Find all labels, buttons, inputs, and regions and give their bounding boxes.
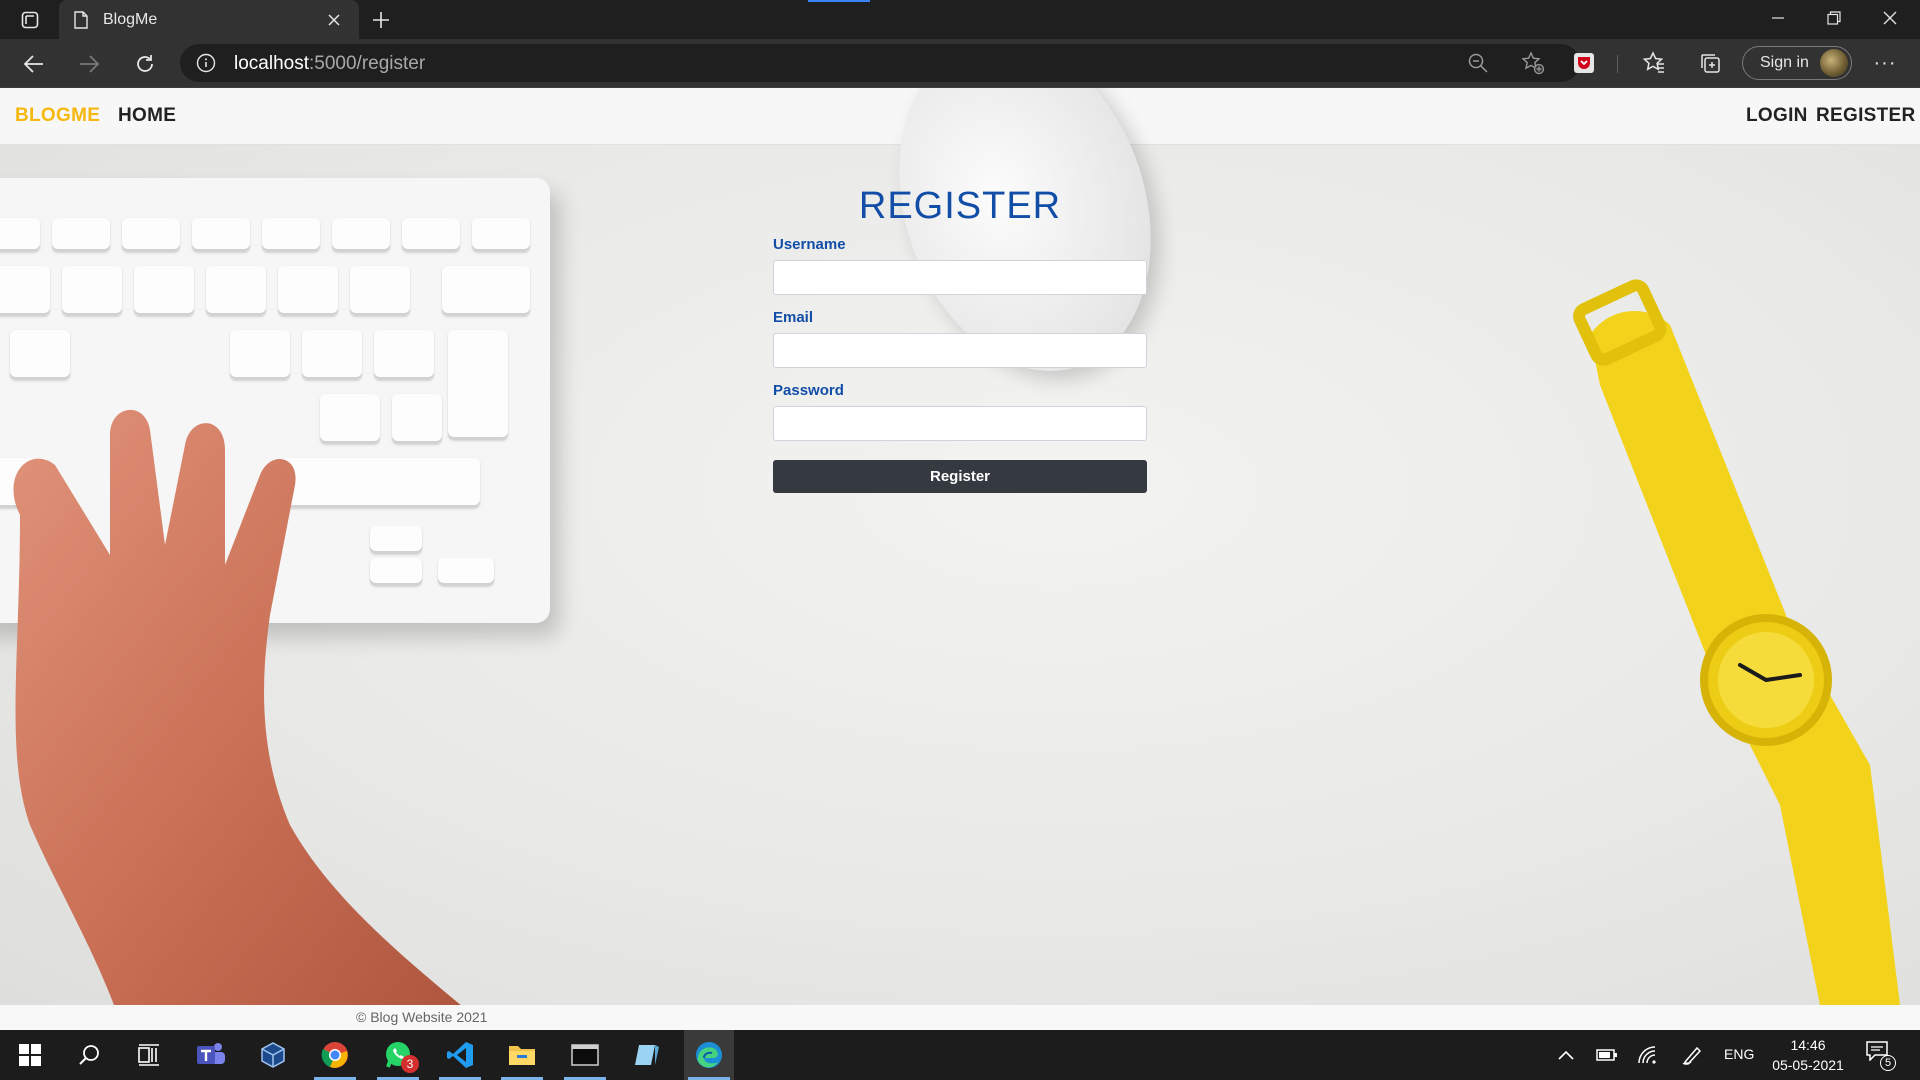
browser-tab-active[interactable]: BlogMe (59, 0, 359, 39)
chevron-up-icon (1558, 1050, 1574, 1060)
battery-status[interactable] (1595, 1043, 1619, 1067)
language-indicator[interactable]: ENG (1724, 1046, 1754, 1062)
info-icon[interactable] (196, 53, 216, 73)
terminal-icon (571, 1044, 599, 1066)
whatsapp-badge: 3 (401, 1055, 419, 1073)
sign-in-label: Sign in (1760, 54, 1809, 71)
teams-icon (197, 1043, 225, 1064)
restore-icon (1827, 11, 1841, 25)
clock-date: 05-05-2021 (1772, 1057, 1844, 1073)
zoom-out-icon[interactable] (1466, 51, 1490, 75)
windows-taskbar: 3 ENG 14:46 05-05-2021 5 (0, 1030, 1920, 1080)
virtualbox-icon (261, 1042, 285, 1068)
nav-login-link[interactable]: LOGIN (1746, 105, 1808, 127)
edge-icon (696, 1042, 722, 1068)
pen-workspace-button[interactable] (1680, 1043, 1704, 1067)
close-icon (1883, 11, 1897, 25)
teams-app[interactable] (186, 1030, 236, 1080)
toolbar-divider (1617, 55, 1618, 73)
nav-register-link[interactable]: REGISTER (1816, 105, 1916, 127)
restore-button[interactable] (1806, 0, 1862, 36)
notepad-app[interactable] (622, 1030, 672, 1080)
system-clock[interactable]: 14:46 05-05-2021 (1763, 1035, 1853, 1075)
collections-icon[interactable] (1696, 49, 1724, 77)
username-label: Username (773, 236, 846, 253)
search-button[interactable] (65, 1030, 115, 1080)
wifi-icon (1638, 1046, 1656, 1064)
site-footer: © Blog Website 2021 (0, 1005, 1920, 1030)
back-button[interactable] (17, 47, 51, 81)
edge-app[interactable] (684, 1030, 734, 1080)
action-center-button[interactable]: 5 (1866, 1041, 1896, 1071)
page-viewport: BLOGME HOME LOGIN REGISTER REGISTER User… (0, 88, 1920, 1030)
hero-background: REGISTER Username Email Password Registe… (0, 88, 1920, 1030)
vscode-app[interactable] (435, 1030, 485, 1080)
plus-icon (373, 12, 389, 28)
page-icon (74, 10, 88, 29)
virtualbox-app[interactable] (248, 1030, 298, 1080)
url-text: localhost:5000/register (234, 53, 425, 75)
whatsapp-app[interactable]: 3 (373, 1030, 423, 1080)
pen-icon (1682, 1046, 1702, 1065)
file-explorer-icon (509, 1046, 535, 1065)
vscode-icon (447, 1042, 473, 1068)
loading-indicator (808, 0, 870, 2)
browser-toolbar: localhost:5000/register Sign in ··· (0, 39, 1920, 88)
hand-image (13, 410, 491, 1030)
file-explorer-app[interactable] (497, 1030, 547, 1080)
task-view-button[interactable] (124, 1030, 174, 1080)
chrome-app[interactable] (310, 1030, 360, 1080)
pocket-extension-icon[interactable] (1570, 49, 1598, 77)
search-icon (79, 1045, 99, 1065)
url-host: localhost (234, 53, 309, 74)
reload-button[interactable] (128, 47, 162, 81)
notepad-icon (635, 1045, 659, 1065)
register-submit-button[interactable]: Register (773, 460, 1147, 493)
browser-tab-strip: BlogMe (0, 0, 1920, 39)
favorites-icon[interactable] (1640, 49, 1668, 77)
username-input[interactable] (773, 260, 1147, 295)
footer-text: © Blog Website 2021 (356, 1009, 488, 1025)
password-input[interactable] (773, 406, 1147, 441)
settings-more-button[interactable]: ··· (1870, 49, 1900, 77)
tab-actions-icon (21, 11, 39, 29)
network-status[interactable] (1636, 1043, 1660, 1067)
sign-in-button[interactable]: Sign in (1742, 46, 1852, 80)
start-button[interactable] (5, 1030, 55, 1080)
start-icon (19, 1044, 41, 1066)
reload-icon (137, 55, 153, 72)
add-favorite-icon[interactable] (1521, 51, 1545, 75)
new-tab-button[interactable] (366, 5, 396, 35)
site-brand-link[interactable]: BLOGME (15, 105, 100, 127)
arrow-left-icon (23, 55, 43, 73)
register-form: REGISTER Username Email Password Registe… (773, 185, 1147, 493)
password-label: Password (773, 382, 844, 399)
watch-image (1573, 279, 1900, 1005)
address-bar[interactable]: localhost:5000/register (180, 44, 1580, 82)
more-icon: ··· (1873, 51, 1897, 74)
battery-icon (1596, 1049, 1617, 1061)
forward-button[interactable] (72, 47, 106, 81)
chrome-icon (321, 1042, 348, 1068)
email-input[interactable] (773, 333, 1147, 368)
task-view-icon (138, 1044, 159, 1066)
arrow-right-icon (80, 55, 100, 73)
close-window-button[interactable] (1862, 0, 1918, 36)
clock-time: 14:46 (1790, 1037, 1826, 1053)
minimize-icon (1772, 17, 1784, 19)
notification-count: 5 (1880, 1055, 1896, 1071)
tray-overflow-button[interactable] (1554, 1043, 1578, 1067)
tab-actions-button[interactable] (14, 6, 46, 34)
close-tab-icon[interactable] (323, 9, 345, 31)
minimize-button[interactable] (1750, 0, 1806, 36)
url-path: :5000/register (309, 53, 426, 74)
email-label: Email (773, 309, 814, 326)
terminal-app[interactable] (560, 1030, 610, 1080)
form-title: REGISTER (858, 185, 1062, 227)
avatar (1820, 49, 1848, 77)
nav-home-link[interactable]: HOME (118, 105, 176, 127)
tab-title: BlogMe (103, 10, 158, 28)
